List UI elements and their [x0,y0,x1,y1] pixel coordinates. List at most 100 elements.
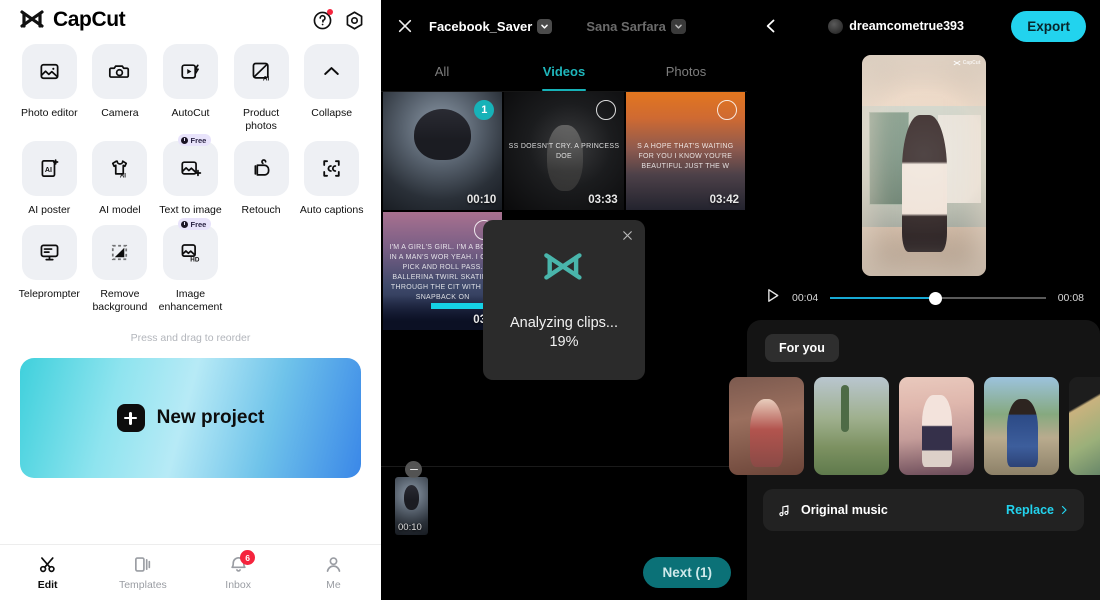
template-thumbnail[interactable] [899,377,974,475]
media-tabs: All Videos Photos [381,52,747,92]
tool-tile [92,44,148,99]
media-thumbnail[interactable]: SS DOESN'T CRY. A PRINCESS DOE 03:33 [504,92,624,210]
tool-label: Camera [101,107,139,119]
template-thumbnail[interactable] [984,377,1059,475]
slider-fill [830,297,936,299]
tool-autocut[interactable]: AutoCut [155,44,226,139]
settings-icon[interactable] [341,7,367,33]
tool-tile [233,141,289,196]
progress-slider[interactable] [830,291,1046,305]
free-badge: Free [178,134,212,146]
plus-icon [116,404,145,432]
nav-item-inbox[interactable]: 6 Inbox [191,545,286,600]
total-time: 00:08 [1057,292,1084,304]
export-button[interactable]: Export [1011,10,1086,42]
thumbnail-caption: SS DOESN'T CRY. A PRINCESS DOE [508,142,620,160]
analyzing-modal: Analyzing clips... 19% [483,220,645,380]
tool-retouch[interactable]: Retouch [226,141,297,223]
help-icon[interactable] [309,7,335,33]
capcut-logo-icon [20,10,46,30]
brand-name: CapCut [53,8,126,31]
next-button[interactable]: Next (1) [643,556,731,588]
tool-label: Teleprompter [18,288,80,300]
preview-header: dreamcometrue393 Export [747,0,1100,52]
help-notification-dot [327,9,333,15]
tool-ai-model[interactable]: AI AI model [85,141,156,223]
bottom-nav: Edit Templates 6 Inbox Me [0,544,381,600]
inbox-badge: 6 [240,550,256,565]
replace-music-button[interactable]: Replace [1006,503,1070,517]
selection-indicator[interactable] [595,100,616,120]
nav-item-me[interactable]: Me [286,545,381,600]
tool-tile: HD [162,225,218,280]
tool-collapse[interactable]: Collapse [296,44,367,139]
tool-label: Retouch [241,204,281,216]
close-icon[interactable] [395,16,415,36]
nav-item-templates[interactable]: Templates [95,545,190,600]
minus-icon[interactable] [405,461,422,478]
tool-image-enhancement[interactable]: Free HD Image enhancement [155,218,226,320]
new-project-button[interactable]: New project [20,358,361,478]
duration-label: 00:10 [398,521,422,533]
chevron-left-icon[interactable] [761,16,781,36]
template-thumbnail[interactable] [1069,377,1100,475]
tool-teleprompter[interactable]: Teleprompter [14,225,85,320]
template-preview-panel: dreamcometrue393 Export CapCut 00:04 00:… [729,0,1100,600]
svg-text:HD: HD [190,257,200,264]
tool-text-to-image[interactable]: Free Text to image [155,134,226,223]
author-info[interactable]: dreamcometrue393 [781,18,1011,34]
video-preview[interactable]: CapCut [861,55,986,276]
slider-knob[interactable] [929,291,943,305]
nav-item-edit[interactable]: Edit [0,545,95,600]
music-note-icon [777,503,792,518]
current-time: 00:04 [792,292,819,304]
duration-label: 03:33 [588,194,618,206]
tab-all[interactable]: All [381,52,503,91]
preview-vignette [862,55,986,276]
tool-ai-poster[interactable]: AI AI poster [14,141,85,223]
capcut-logo-icon [542,251,586,289]
tab-photos[interactable]: Photos [625,52,747,91]
music-label: Original music [801,503,888,517]
tool-auto-captions[interactable]: Auto captions [296,141,367,223]
play-icon[interactable] [763,286,782,310]
duration-label: 00:10 [466,194,497,206]
left-panel: CapCut Photo editor Camera AutoCut AI Pr… [0,0,381,600]
nav-label: Me [326,579,341,591]
capcut-brand: CapCut [20,8,126,32]
tool-label: Image enhancement [158,288,223,313]
tool-tile [304,44,360,99]
chevron-down-icon [670,18,686,34]
player-controls: 00:04 00:08 [747,276,1100,320]
media-picker-header: Facebook_Saver Sana Sarfara [381,0,747,52]
video-preview-wrap: CapCut [747,52,1100,276]
tab-videos[interactable]: Videos [503,52,625,91]
template-thumbnail[interactable] [814,377,889,475]
tool-remove-background[interactable]: Remove background [85,225,156,320]
tool-tile: AI [21,141,77,196]
tool-label: AI poster [28,204,71,216]
for-you-chip[interactable]: For you [765,334,839,362]
tool-product-photos[interactable]: AI Product photos [226,44,297,139]
chevron-down-icon [537,18,553,34]
selection-indicator[interactable] [717,100,737,120]
template-carousel[interactable] [729,362,1100,475]
template-thumbnail[interactable] [729,377,804,475]
selected-clip[interactable]: 00:10 [395,476,428,535]
media-thumbnail[interactable]: 1 00:10 [383,92,503,210]
tool-label: Remove background [92,288,148,313]
music-bar[interactable]: Original music Replace [763,489,1084,531]
clock-icon [181,136,189,144]
tool-label: Auto captions [299,204,364,216]
album-selector[interactable]: Facebook_Saver [429,18,553,34]
free-badge-label: Free [190,135,207,145]
account-title: Sana Sarfara [586,18,666,34]
tool-camera[interactable]: Camera [85,44,156,139]
reorder-hint: Press and drag to reorder [130,332,251,344]
tool-photo-editor[interactable]: Photo editor [14,44,85,139]
close-icon[interactable] [620,228,635,248]
account-selector[interactable]: Sana Sarfara [586,18,686,34]
thumbnail-caption: S A HOPE THAT'S WAITING FOR YOU I KNOW Y… [637,142,734,170]
tools-grid: Photo editor Camera AutoCut AI Product p… [0,40,381,320]
media-thumbnail[interactable]: S A HOPE THAT'S WAITING FOR YOU I KNOW Y… [625,92,745,210]
